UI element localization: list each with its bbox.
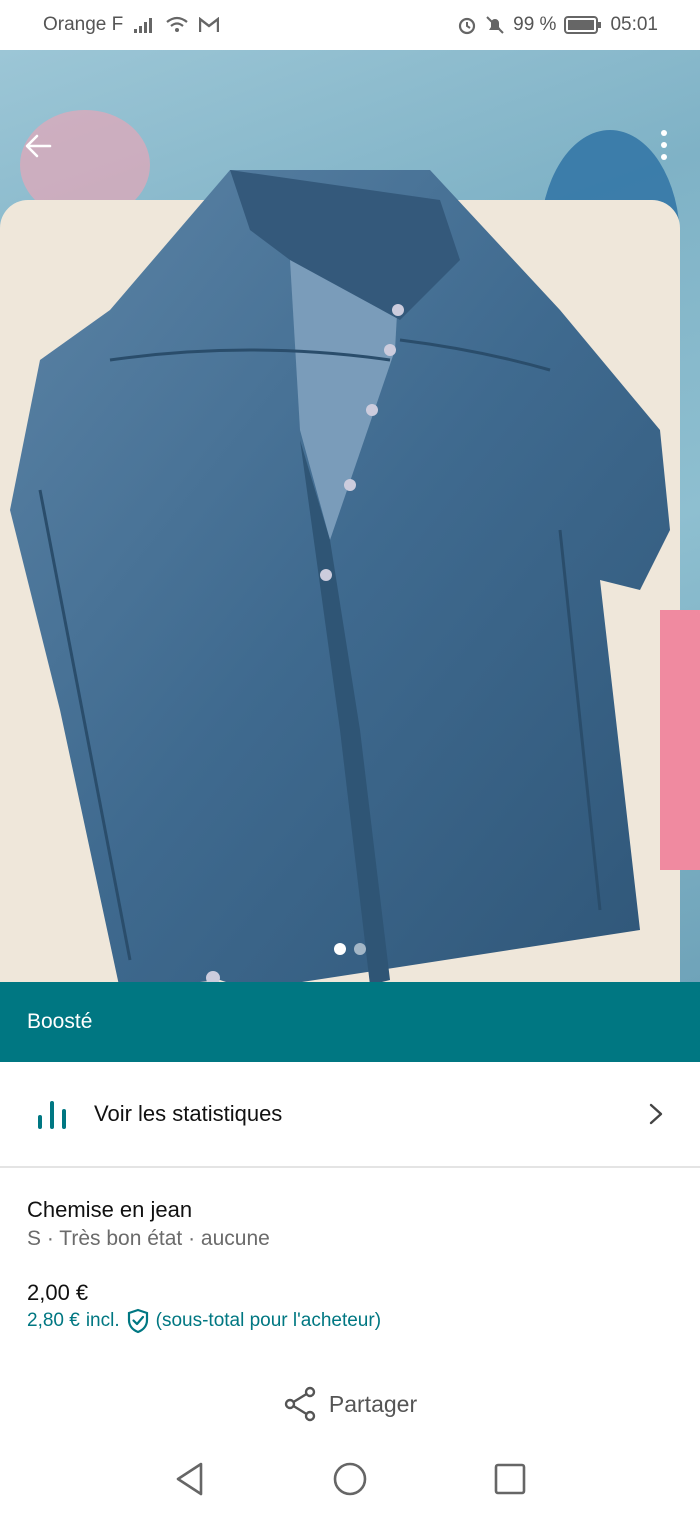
buyer-subtotal-note: (sous-total pour l'acheteur) [155,1310,382,1331]
gmail-icon [199,17,220,33]
boost-label: Boosté [27,1010,93,1033]
wifi-icon [165,16,189,34]
page-dot-active[interactable] [334,943,346,955]
back-arrow-icon [25,134,52,158]
share-label: Partager [328,1390,418,1417]
item-photo[interactable] [0,50,700,982]
share-icon [284,1386,316,1422]
stats-label: Voir les statistiques [94,1101,283,1126]
incl-label: incl. [85,1310,120,1331]
mute-bell-icon [485,15,505,35]
photo-pagination [0,943,700,955]
carrier-name: Orange F [43,14,124,35]
item-title: Chemise en jean [27,1197,193,1222]
more-options-button[interactable] [654,124,674,166]
item-price: 2,00 € [27,1280,89,1305]
view-statistics-row[interactable]: Voir les statistiques [0,1062,700,1168]
clock: 05:01 [610,14,658,35]
denim-shirt-image [10,170,670,982]
nav-home-icon[interactable] [332,1461,368,1497]
buyer-protection-price[interactable]: 2,80 € incl. (sous-total pour l'acheteur… [27,1308,673,1334]
shield-check-icon [127,1308,148,1334]
share-button[interactable]: Partager [0,1386,700,1422]
item-details: Chemise en jean S · Très bon état · aucu… [27,1196,673,1334]
alarm-icon [457,15,477,35]
boost-banner: Boosté [0,982,700,1062]
back-button[interactable] [20,128,56,164]
status-bar: Orange F 99 % 05:01 [0,0,700,50]
item-attributes: S · Très bon état · aucune [27,1227,270,1250]
page-dot[interactable] [354,943,366,955]
system-nav-bar [0,1440,700,1517]
price-incl-amount: 2,80 € [27,1310,80,1331]
more-vertical-icon-dot [661,142,667,148]
more-vertical-icon [661,130,667,136]
more-vertical-icon-dot [661,154,667,160]
nav-recents-icon[interactable] [493,1462,527,1496]
signal-icon [133,16,155,34]
battery-icon [564,15,602,35]
battery-percent: 99 % [513,14,557,35]
nav-back-icon[interactable] [173,1461,207,1497]
bar-chart-icon [38,1101,66,1129]
chevron-right-icon [649,1103,663,1125]
